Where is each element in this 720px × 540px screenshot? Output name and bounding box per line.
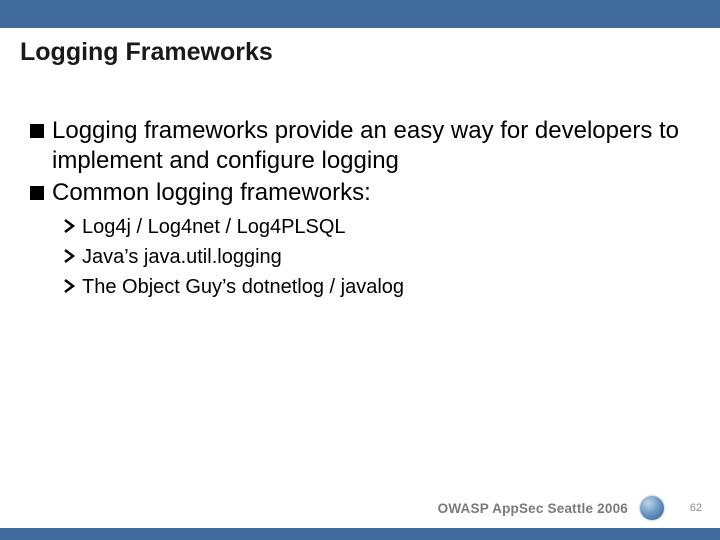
square-bullet-icon bbox=[30, 186, 44, 200]
bullet-text: Logging frameworks provide an easy way f… bbox=[52, 116, 690, 176]
sub-bullet-text: Log4j / Log4net / Log4PLSQL bbox=[82, 214, 346, 240]
arrow-right-icon bbox=[64, 279, 76, 293]
sub-bullet-group: Log4j / Log4net / Log4PLSQL Java’s java.… bbox=[64, 214, 690, 300]
bullet-level2: The Object Guy’s dotnetlog / javalog bbox=[64, 274, 690, 300]
slide-body: Logging frameworks provide an easy way f… bbox=[30, 116, 690, 304]
bullet-level2: Log4j / Log4net / Log4PLSQL bbox=[64, 214, 690, 240]
arrow-right-icon bbox=[64, 219, 76, 233]
bullet-text: Common logging frameworks: bbox=[52, 178, 371, 208]
bullet-level2: Java’s java.util.logging bbox=[64, 244, 690, 270]
arrow-right-icon bbox=[64, 249, 76, 263]
sub-bullet-text: Java’s java.util.logging bbox=[82, 244, 282, 270]
sub-bullet-text: The Object Guy’s dotnetlog / javalog bbox=[82, 274, 404, 300]
footer-text: OWASP AppSec Seattle 2006 bbox=[438, 501, 628, 516]
square-bullet-icon bbox=[30, 124, 44, 138]
bottom-bar bbox=[0, 528, 720, 540]
bullet-level1: Logging frameworks provide an easy way f… bbox=[30, 116, 690, 176]
bullet-level1: Common logging frameworks: bbox=[30, 178, 690, 208]
slide-title: Logging Frameworks bbox=[20, 38, 273, 67]
page-number: 62 bbox=[690, 502, 702, 514]
top-bar bbox=[0, 0, 720, 28]
owasp-globe-icon bbox=[640, 496, 664, 520]
